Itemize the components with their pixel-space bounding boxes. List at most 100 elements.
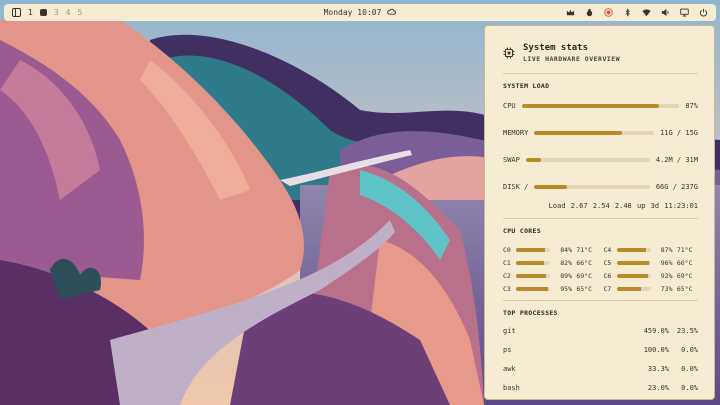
core-name: C7 <box>603 284 612 293</box>
workspace-5[interactable]: 5 <box>77 8 82 17</box>
core-bar-fill <box>616 273 648 278</box>
core-row: C4 87% 71°C <box>604 245 699 254</box>
core-temp: 66°C <box>576 258 592 267</box>
workspace-4[interactable]: 4 <box>66 8 71 17</box>
divider <box>503 73 698 74</box>
process-row[interactable]: awk 33.3% 0.0% <box>503 365 698 376</box>
uptime: up 3d 11:23:01 <box>636 202 698 210</box>
core-bar-fill <box>616 247 647 252</box>
core-bar <box>516 247 550 252</box>
core-usage: 89% <box>560 271 572 280</box>
core-row: C6 92% 69°C <box>604 271 699 280</box>
load-bar-fill <box>534 130 622 135</box>
core-name: C6 <box>603 271 612 280</box>
load-label: MEMORY <box>503 128 529 137</box>
process-cpu: 100.0% <box>643 346 669 354</box>
load-bar <box>534 184 650 189</box>
core-bar-fill <box>516 273 547 278</box>
core-row: C2 89% 69°C <box>503 271 598 280</box>
core-name: C1 <box>503 258 511 267</box>
record-icon[interactable] <box>604 8 613 17</box>
bluetooth-icon[interactable] <box>623 8 632 17</box>
core-temp: 65°C <box>676 284 693 293</box>
core-usage: 96% <box>660 258 673 267</box>
panel-title: System stats <box>523 43 589 53</box>
process-name: ps <box>503 346 512 354</box>
core-usage: 84% <box>560 245 572 254</box>
load-average-1: 2.67 <box>570 202 588 210</box>
process-cpu: 23.0% <box>647 384 669 392</box>
chip-icon <box>503 47 515 59</box>
load-value: 66G / 237G <box>655 182 698 191</box>
process-row[interactable]: bash 23.0% 0.0% <box>503 384 698 395</box>
divider <box>503 300 698 301</box>
core-bar <box>616 286 651 291</box>
core-usage: 87% <box>660 245 673 254</box>
workspace-1[interactable]: 1 <box>28 8 33 17</box>
clock[interactable]: Monday 10:07 <box>324 8 382 17</box>
core-usage: 95% <box>560 284 572 293</box>
workspace-2-active[interactable] <box>39 9 47 16</box>
core-bar <box>516 273 550 278</box>
core-row: C3 95% 65°C <box>503 284 598 293</box>
panel-subtitle: LIVE HARDWARE OVERVIEW <box>523 55 621 63</box>
system-load-heading: SYSTEM LOAD <box>503 82 550 90</box>
core-bar-fill <box>516 247 545 252</box>
core-row: C5 96% 66°C <box>604 258 699 267</box>
process-name: bash <box>503 384 520 392</box>
load-row-cpu: CPU 87% <box>503 100 698 111</box>
core-bar <box>516 260 550 265</box>
core-usage: 92% <box>660 271 673 280</box>
cloud-icon[interactable] <box>387 8 397 17</box>
workspace-3[interactable]: 3 <box>54 8 59 17</box>
process-list: git 459.0% 23.5% ps 100.0% 0.0% awk 33.3% 0.0%… <box>503 327 698 395</box>
core-bar <box>616 260 651 265</box>
load-value: 87% <box>685 101 698 110</box>
core-bar <box>616 247 651 252</box>
load-average-5: 2.54 <box>592 202 610 210</box>
core-usage: 73% <box>660 284 673 293</box>
process-row[interactable]: git 459.0% 23.5% <box>503 327 698 338</box>
core-temp: 71°C <box>676 245 693 254</box>
core-name: C5 <box>603 258 612 267</box>
panel-header: System stats LIVE HARDWARE OVERVIEW <box>503 40 698 66</box>
core-temp: 69°C <box>576 271 592 280</box>
top-processes-heading: TOP PROCESSES <box>503 309 558 317</box>
core-bar <box>516 286 550 291</box>
process-mem: 0.0% <box>681 346 698 354</box>
load-bar-fill <box>525 157 541 162</box>
power-icon[interactable] <box>699 8 708 17</box>
divider <box>503 218 698 219</box>
load-row-disk: DISK / 66G / 237G <box>503 181 698 192</box>
load-bar <box>525 157 650 162</box>
system-load-list: CPU 87% MEMORY 11G / 15G SWAP 4.2M / 31M… <box>503 100 698 192</box>
system-tray <box>566 8 708 17</box>
system-stats-panel: System stats LIVE HARDWARE OVERVIEW SYST… <box>484 25 715 400</box>
core-name: C3 <box>503 284 511 293</box>
bug-icon[interactable] <box>585 8 594 17</box>
wifi-icon[interactable] <box>642 8 651 17</box>
process-mem: 0.0% <box>681 365 698 373</box>
monitor-icon[interactable] <box>680 8 689 17</box>
cpu-cores-heading: CPU CORES <box>503 227 541 235</box>
core-bar-fill <box>516 286 549 291</box>
process-cpu: 33.3% <box>647 365 669 373</box>
load-value: 11G / 15G <box>660 128 698 137</box>
workspace-switcher: 1 3 4 5 <box>12 8 82 17</box>
process-mem: 23.5% <box>676 327 698 335</box>
core-name: C2 <box>503 271 511 280</box>
core-bar-fill <box>516 260 544 265</box>
cpu-cores-grid: C0 84% 71°C C4 87% 71°C C1 82% 66°C C5 96% 66°C … <box>503 245 698 293</box>
crown-icon[interactable] <box>566 8 575 17</box>
load-average-15: 2.48 <box>614 202 632 210</box>
launcher-icon[interactable] <box>12 8 21 17</box>
process-row[interactable]: ps 100.0% 0.0% <box>503 346 698 357</box>
volume-icon[interactable] <box>661 8 670 17</box>
core-temp: 66°C <box>676 258 693 267</box>
process-name: git <box>503 327 516 335</box>
load-bar <box>534 130 655 135</box>
load-label: DISK / <box>503 182 529 191</box>
top-bar: 1 3 4 5 Monday 10:07 <box>4 4 716 21</box>
process-cpu: 459.0% <box>643 327 669 335</box>
core-name: C0 <box>503 245 511 254</box>
